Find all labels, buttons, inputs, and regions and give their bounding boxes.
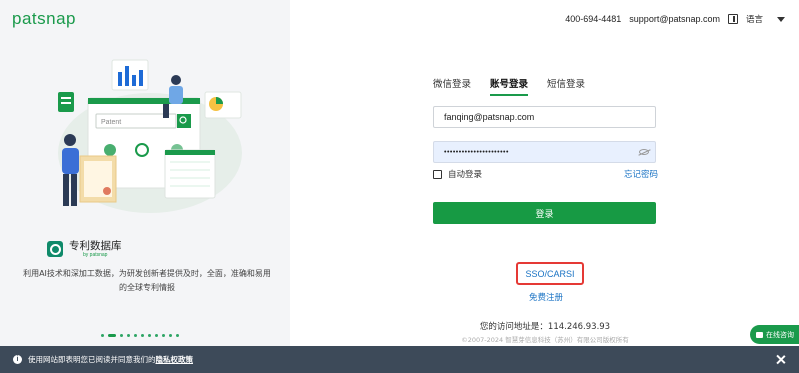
promo-panel: patsnap Patent 专利数据库 by patsnap 利用AI技术和深… [0, 0, 290, 346]
illustration-search-text: Patent [101, 119, 121, 126]
support-email[interactable]: support@patsnap.com [629, 14, 720, 24]
carousel-dot[interactable] [155, 334, 158, 337]
privacy-policy-link[interactable]: 隐私权政策 [156, 354, 194, 365]
copyright: ©2007-2024 智慧芽信息科技（苏州）有限公司版权所有 [461, 336, 629, 344]
carousel-dot[interactable] [127, 334, 130, 337]
login-tabs: 微信登录 账号登录 短信登录 [433, 76, 585, 96]
product-title: 专利数据库 [69, 240, 122, 252]
carousel-dot[interactable] [148, 334, 151, 337]
sso-carsi-link[interactable]: SSO/CARSI [516, 262, 584, 285]
chat-label: 在线咨询 [766, 330, 794, 339]
carousel-dot[interactable] [162, 334, 165, 337]
patsnap-logo[interactable]: patsnap [12, 9, 76, 29]
carousel-dot[interactable] [120, 334, 123, 337]
close-icon[interactable] [776, 355, 785, 364]
online-chat-button[interactable]: 在线咨询 [750, 325, 799, 344]
tab-sms-login[interactable]: 短信登录 [547, 76, 585, 96]
login-page: patsnap Patent 专利数据库 by patsnap 利用AI技术和深… [0, 0, 799, 373]
language-icon[interactable] [727, 14, 738, 24]
remember-checkbox[interactable] [433, 169, 442, 179]
carousel-dot[interactable] [134, 334, 137, 337]
privacy-notice-bar: i 使用网站即表明您已阅读并同意我们的 隐私权政策 [0, 346, 799, 373]
tab-wechat-login[interactable]: 微信登录 [433, 76, 471, 96]
forgot-password-link[interactable]: 忘记密码 [624, 168, 658, 180]
info-icon: i [13, 355, 22, 364]
carousel-dot[interactable] [141, 334, 144, 337]
visitor-ip: 您的访问地址是：114.246.93.93 [479, 322, 611, 332]
remember-label: 自动登录 [448, 170, 483, 180]
register-link[interactable]: 免费注册 [529, 291, 563, 303]
password-value: •••••••••••••••••••••• [444, 148, 509, 156]
login-button[interactable]: 登录 [433, 202, 656, 224]
hide-password-icon[interactable] [639, 149, 649, 155]
email-field[interactable]: fanqing@patsnap.com [433, 106, 656, 128]
tab-account-login[interactable]: 账号登录 [490, 76, 529, 96]
password-field[interactable]: •••••••••••••••••••••• [433, 141, 656, 163]
phone-number: 400-694-4481 [565, 14, 622, 24]
product-heading: 专利数据库 by patsnap [47, 240, 122, 258]
carousel-dot[interactable] [101, 334, 104, 337]
product-description: 利用AI技术和深加工数据，为研发创新者提供及时，全面，准确和易用的全球专利情报 [23, 269, 271, 292]
patent-search-illustration: Patent [58, 59, 242, 213]
carousel-dot-active[interactable] [108, 334, 116, 337]
email-value: fanqing@patsnap.com [444, 112, 535, 122]
carousel-dot[interactable] [176, 334, 179, 337]
carousel-dots [101, 334, 179, 337]
product-by: by patsnap [83, 252, 108, 258]
chevron-down-icon[interactable] [777, 16, 785, 22]
language-selector[interactable]: 语言 [746, 13, 763, 25]
contact-bar: 400-694-4481 support@patsnap.com 语言 [565, 13, 785, 25]
carousel-dot[interactable] [169, 334, 172, 337]
patent-database-icon [47, 241, 63, 257]
remember-me[interactable]: 自动登录 [433, 168, 482, 180]
privacy-notice-text: 使用网站即表明您已阅读并同意我们的 [28, 355, 156, 364]
chat-icon [756, 331, 763, 338]
